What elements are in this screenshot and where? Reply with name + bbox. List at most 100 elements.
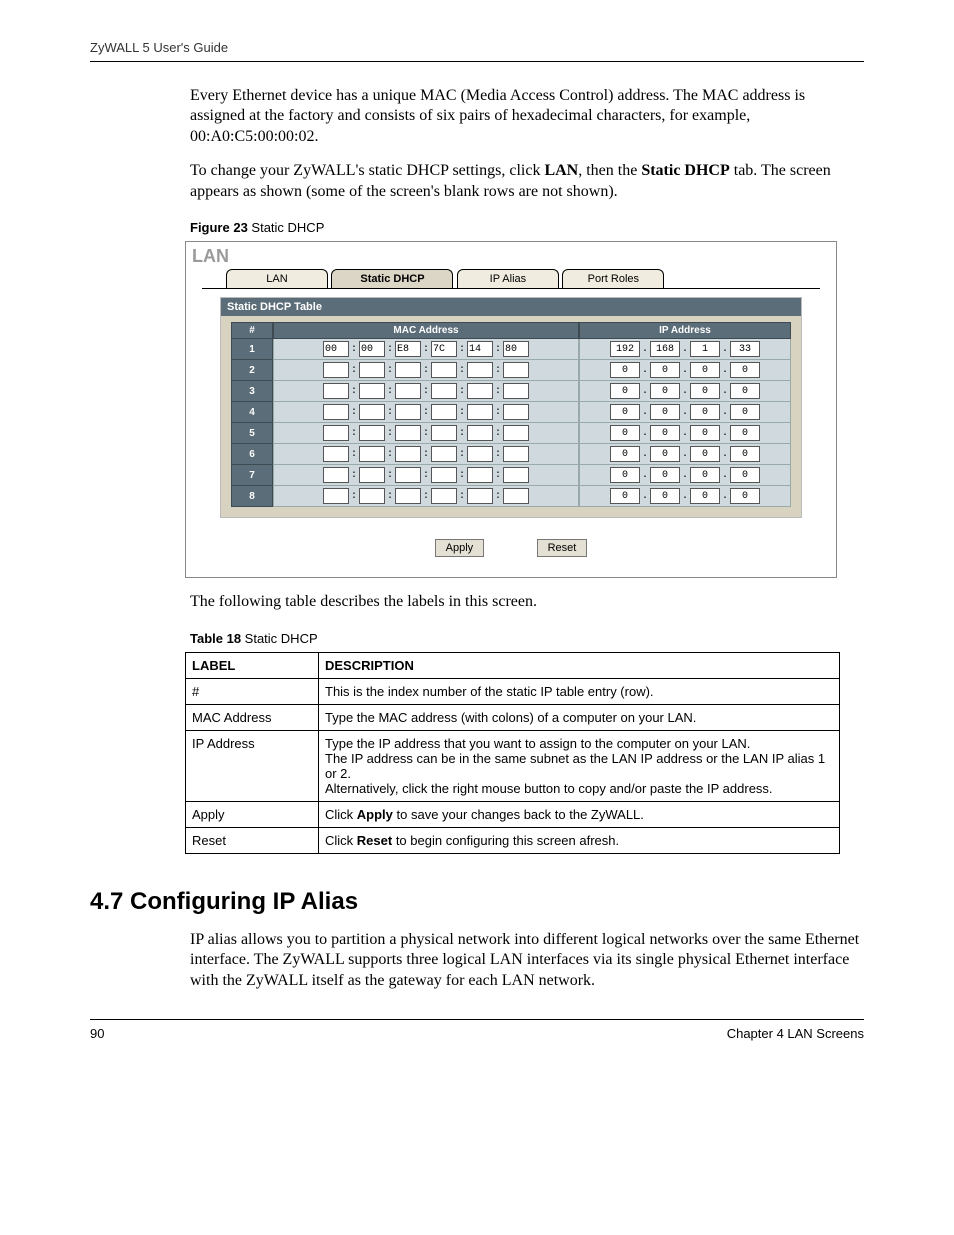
ip-octet-input[interactable] — [610, 446, 640, 462]
mac-octet-input[interactable] — [323, 425, 349, 441]
mac-octet-input[interactable] — [395, 446, 421, 462]
dot-separator: . — [722, 428, 728, 439]
mac-octet-input[interactable] — [431, 467, 457, 483]
ip-octet-input[interactable] — [650, 488, 680, 504]
tab-static-dhcp[interactable]: Static DHCP — [331, 269, 453, 288]
mac-octet-input[interactable] — [323, 362, 349, 378]
ip-octet-input[interactable] — [730, 383, 760, 399]
mac-octet-input[interactable] — [503, 404, 529, 420]
ip-octet-input[interactable] — [730, 425, 760, 441]
ip-octet-input[interactable] — [690, 467, 720, 483]
colon-separator: : — [351, 428, 357, 439]
ip-octet-input[interactable] — [610, 488, 640, 504]
ip-octet-input[interactable] — [650, 383, 680, 399]
mac-octet-input[interactable] — [395, 341, 421, 357]
ip-octet-input[interactable] — [610, 383, 640, 399]
running-header: ZyWALL 5 User's Guide — [90, 40, 864, 61]
after-figure-text: The following table describes the labels… — [190, 592, 864, 612]
mac-octet-input[interactable] — [467, 362, 493, 378]
colon-separator: : — [387, 365, 393, 376]
tab-port-roles[interactable]: Port Roles — [562, 269, 664, 288]
colon-separator: : — [387, 428, 393, 439]
mac-octet-input[interactable] — [431, 488, 457, 504]
mac-octet-input[interactable] — [359, 488, 385, 504]
table-row: 5:::::... — [231, 423, 791, 444]
ip-octet-input[interactable] — [690, 362, 720, 378]
mac-octet-input[interactable] — [467, 467, 493, 483]
mac-octet-input[interactable] — [323, 446, 349, 462]
mac-octet-input[interactable] — [323, 341, 349, 357]
mac-octet-input[interactable] — [503, 362, 529, 378]
ip-octet-input[interactable] — [730, 362, 760, 378]
ip-octet-input[interactable] — [690, 488, 720, 504]
ip-octet-input[interactable] — [610, 425, 640, 441]
ip-octet-input[interactable] — [690, 425, 720, 441]
mac-octet-input[interactable] — [323, 404, 349, 420]
mac-octet-input[interactable] — [467, 488, 493, 504]
ip-octet-input[interactable] — [690, 404, 720, 420]
ip-octet-input[interactable] — [690, 341, 720, 357]
th-description: DESCRIPTION — [319, 652, 840, 678]
mac-octet-input[interactable] — [467, 446, 493, 462]
mac-octet-input[interactable] — [503, 446, 529, 462]
ip-octet-input[interactable] — [730, 488, 760, 504]
colon-separator: : — [423, 386, 429, 397]
mac-octet-input[interactable] — [395, 404, 421, 420]
ip-octet-input[interactable] — [730, 341, 760, 357]
mac-octet-input[interactable] — [503, 341, 529, 357]
ip-octet-input[interactable] — [610, 404, 640, 420]
mac-octet-input[interactable] — [359, 341, 385, 357]
mac-octet-input[interactable] — [431, 446, 457, 462]
mac-address-cell: ::::: — [273, 360, 579, 381]
mac-octet-input[interactable] — [359, 467, 385, 483]
mac-octet-input[interactable] — [467, 383, 493, 399]
mac-octet-input[interactable] — [503, 488, 529, 504]
mac-octet-input[interactable] — [395, 362, 421, 378]
ip-octet-input[interactable] — [690, 446, 720, 462]
ip-octet-input[interactable] — [650, 341, 680, 357]
mac-octet-input[interactable] — [503, 425, 529, 441]
ip-octet-input[interactable] — [650, 404, 680, 420]
ip-octet-input[interactable] — [610, 467, 640, 483]
colon-separator: : — [459, 407, 465, 418]
ip-octet-input[interactable] — [730, 446, 760, 462]
mac-octet-input[interactable] — [323, 467, 349, 483]
ip-octet-input[interactable] — [650, 446, 680, 462]
tab-lan[interactable]: LAN — [226, 269, 328, 288]
ip-octet-input[interactable] — [650, 425, 680, 441]
tab-ip-alias[interactable]: IP Alias — [457, 269, 559, 288]
mac-octet-input[interactable] — [395, 467, 421, 483]
mac-octet-input[interactable] — [359, 446, 385, 462]
mac-octet-input[interactable] — [431, 341, 457, 357]
colon-separator: : — [423, 428, 429, 439]
mac-address-cell: ::::: — [273, 444, 579, 465]
mac-octet-input[interactable] — [395, 488, 421, 504]
mac-octet-input[interactable] — [359, 362, 385, 378]
ip-octet-input[interactable] — [610, 341, 640, 357]
mac-octet-input[interactable] — [323, 488, 349, 504]
mac-octet-input[interactable] — [359, 425, 385, 441]
col-header-ip: IP Address — [579, 322, 791, 339]
mac-octet-input[interactable] — [359, 404, 385, 420]
reset-button[interactable]: Reset — [537, 539, 588, 557]
mac-octet-input[interactable] — [467, 425, 493, 441]
mac-octet-input[interactable] — [503, 383, 529, 399]
apply-button[interactable]: Apply — [435, 539, 485, 557]
mac-octet-input[interactable] — [467, 404, 493, 420]
mac-octet-input[interactable] — [431, 383, 457, 399]
mac-octet-input[interactable] — [323, 383, 349, 399]
ip-octet-input[interactable] — [690, 383, 720, 399]
ip-octet-input[interactable] — [650, 362, 680, 378]
mac-octet-input[interactable] — [467, 341, 493, 357]
ip-octet-input[interactable] — [730, 467, 760, 483]
mac-octet-input[interactable] — [431, 404, 457, 420]
ip-octet-input[interactable] — [650, 467, 680, 483]
ip-octet-input[interactable] — [610, 362, 640, 378]
mac-octet-input[interactable] — [431, 362, 457, 378]
mac-octet-input[interactable] — [359, 383, 385, 399]
ip-octet-input[interactable] — [730, 404, 760, 420]
mac-octet-input[interactable] — [395, 383, 421, 399]
mac-octet-input[interactable] — [431, 425, 457, 441]
mac-octet-input[interactable] — [503, 467, 529, 483]
mac-octet-input[interactable] — [395, 425, 421, 441]
